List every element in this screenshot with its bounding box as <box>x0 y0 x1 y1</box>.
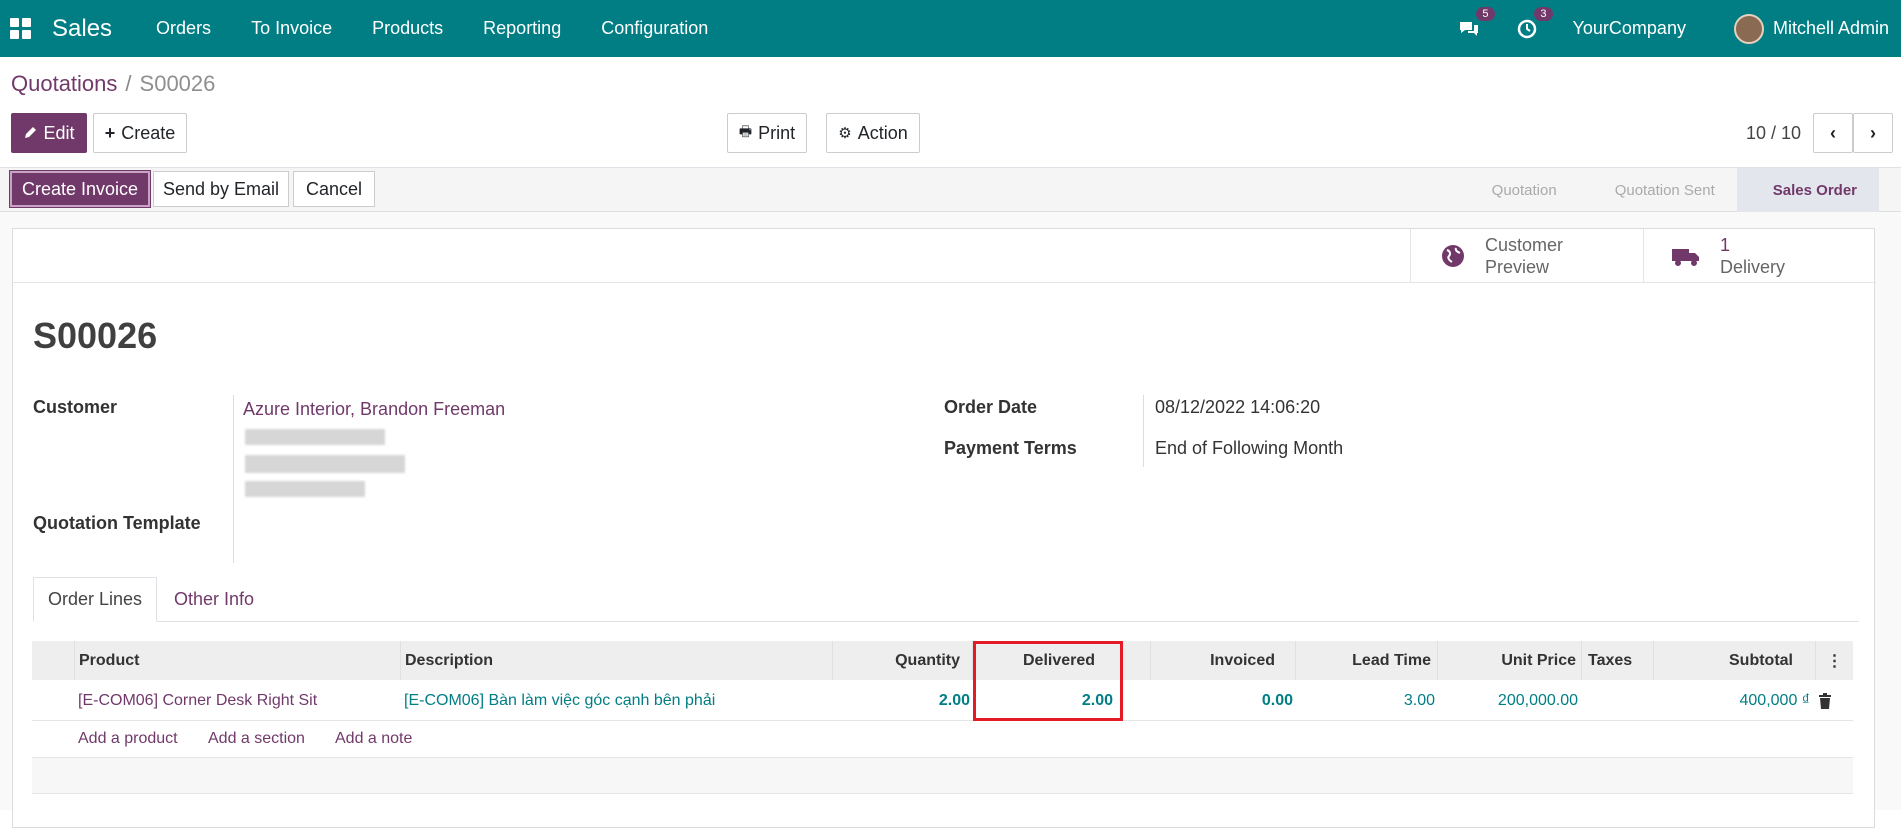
top-navbar: Sales Orders To Invoice Products Reporti… <box>0 0 1901 57</box>
header-unit-price[interactable]: Unit Price <box>1438 641 1582 680</box>
chevron-right-icon: › <box>1870 122 1876 143</box>
pager-next-button[interactable]: › <box>1853 113 1893 153</box>
menu-configuration[interactable]: Configuration <box>601 18 708 39</box>
header-handle <box>32 641 75 680</box>
menu-products[interactable]: Products <box>372 18 443 39</box>
print-button-label: Print <box>758 122 796 143</box>
breadcrumb-separator: / <box>125 71 132 96</box>
action-button-label: Action <box>857 122 908 143</box>
line-invoiced[interactable]: 0.00 <box>1151 681 1293 720</box>
line-product[interactable]: [E-COM06] Corner Desk Right Sit <box>78 681 317 720</box>
delivery-count: 1 <box>1720 235 1731 255</box>
truck-icon <box>1672 249 1699 266</box>
add-product-link[interactable]: Add a product <box>78 719 178 758</box>
empty-row <box>32 758 1853 794</box>
quotation-template-label: Quotation Template <box>33 513 201 533</box>
tab-order-lines[interactable]: Order Lines <box>33 577 157 622</box>
menu-to-invoice[interactable]: To Invoice <box>251 18 332 39</box>
app-name[interactable]: Sales <box>52 15 112 43</box>
cancel-button[interactable]: Cancel <box>293 171 375 207</box>
tab-other-info[interactable]: Other Info <box>157 577 271 622</box>
chevron-left-icon: ‹ <box>1830 122 1836 143</box>
globe-icon <box>1442 245 1464 267</box>
customer-label: Customer <box>33 397 118 417</box>
delivery-label: Delivery <box>1720 257 1786 277</box>
address-line-3-redacted <box>245 481 365 497</box>
edit-button[interactable]: Edit <box>11 113 87 153</box>
menu-reporting[interactable]: Reporting <box>483 18 561 39</box>
address-line-1-redacted <box>245 429 385 445</box>
customer-preview-button[interactable]: Customer Preview <box>1410 229 1643 283</box>
delivery-button[interactable]: 1 Delivery <box>1643 229 1876 283</box>
line-quantity[interactable]: 2.00 <box>833 681 970 720</box>
control-panel: Quotations / S00026 Edit + Create 🖶 Print … <box>0 57 1901 168</box>
print-icon: 🖶 <box>738 123 753 139</box>
customer-preview-line1: Customer <box>1485 235 1564 255</box>
record-title: S00026 <box>33 315 158 356</box>
payment-terms-label: Payment Terms <box>944 438 1077 458</box>
action-button[interactable]: ⚙ Action <box>826 113 920 153</box>
menu-orders[interactable]: Orders <box>156 18 211 39</box>
pager-previous-button[interactable]: ‹ <box>1813 113 1853 153</box>
field-divider <box>233 395 234 563</box>
header-taxes[interactable]: Taxes <box>1582 641 1654 680</box>
header-lead-time[interactable]: Lead Time <box>1296 641 1438 680</box>
gear-icon: ⚙ <box>838 125 852 142</box>
trash-icon[interactable] <box>1818 681 1832 720</box>
header-quantity[interactable]: Quantity <box>833 641 973 680</box>
add-section-link[interactable]: Add a section <box>208 719 305 758</box>
header-invoiced[interactable]: Invoiced <box>1151 641 1296 680</box>
create-button-label: Create <box>121 122 176 143</box>
messages-icon[interactable]: 5 <box>1457 6 1495 41</box>
breadcrumb: Quotations / S00026 <box>11 71 215 97</box>
stage-quotation[interactable]: Quotation <box>1456 168 1579 212</box>
optional-columns-kebab-icon[interactable]: ⋮ <box>1816 641 1853 680</box>
add-note-link[interactable]: Add a note <box>335 719 412 758</box>
row-divider <box>32 720 1853 721</box>
company-switcher[interactable]: YourCompany <box>1573 18 1686 39</box>
create-invoice-button[interactable]: Create Invoice <box>9 170 151 208</box>
customer-preview-line2: Preview <box>1485 257 1550 277</box>
delivered-column-highlight <box>973 641 1123 721</box>
status-stages: Quotation Quotation Sent Sales Order <box>1456 168 1879 212</box>
breadcrumb-current: S00026 <box>139 71 216 96</box>
activities-badge: 3 <box>1534 6 1553 21</box>
send-by-email-button[interactable]: Send by Email <box>153 171 289 207</box>
status-bar: Create Invoice Send by Email Cancel Quot… <box>0 168 1901 212</box>
line-unit-price[interactable]: 200,000.00 <box>1438 681 1578 720</box>
header-product[interactable]: Product <box>75 641 401 680</box>
customer-field[interactable]: Azure Interior, Brandon Freeman <box>243 399 505 420</box>
order-date-label: Order Date <box>944 397 1038 417</box>
edit-button-label: Edit <box>43 122 75 143</box>
user-avatar[interactable] <box>1733 13 1764 44</box>
apps-menu-icon[interactable] <box>10 18 50 39</box>
payment-terms-field[interactable]: End of Following Month <box>1155 438 1343 459</box>
header-description[interactable]: Description <box>401 641 833 680</box>
pencil-icon <box>25 127 37 138</box>
stage-sales-order[interactable]: Sales Order <box>1736 168 1879 212</box>
line-lead-time[interactable]: 3.00 <box>1296 681 1435 720</box>
print-button[interactable]: 🖶 Print <box>727 113 807 153</box>
notebook-tabs: Order Lines Other Info <box>33 577 1859 622</box>
line-taxes[interactable] <box>1582 681 1654 720</box>
activities-clock-icon[interactable]: 3 <box>1515 6 1553 41</box>
order-date-field[interactable]: 08/12/2022 14:06:20 <box>1155 397 1320 418</box>
create-button[interactable]: + Create <box>93 113 187 153</box>
field-divider <box>1143 395 1144 467</box>
messages-badge: 5 <box>1476 6 1495 21</box>
address-line-2-redacted <box>245 455 405 473</box>
line-subtotal[interactable]: 400,000 ₫ <box>1654 681 1811 720</box>
header-subtotal[interactable]: Subtotal <box>1654 641 1816 680</box>
stage-quotation-sent[interactable]: Quotation Sent <box>1579 168 1737 212</box>
breadcrumb-quotations-link[interactable]: Quotations <box>11 71 117 96</box>
line-description[interactable]: [E-COM06] Bàn làm việc góc cạnh bên phải <box>404 681 715 720</box>
plus-icon: + <box>104 122 116 143</box>
pager-value[interactable]: 10 / 10 <box>1746 123 1801 144</box>
user-menu[interactable]: Mitchell Admin <box>1773 18 1889 39</box>
smart-button-box: Customer Preview 1 Delivery <box>13 229 1876 283</box>
